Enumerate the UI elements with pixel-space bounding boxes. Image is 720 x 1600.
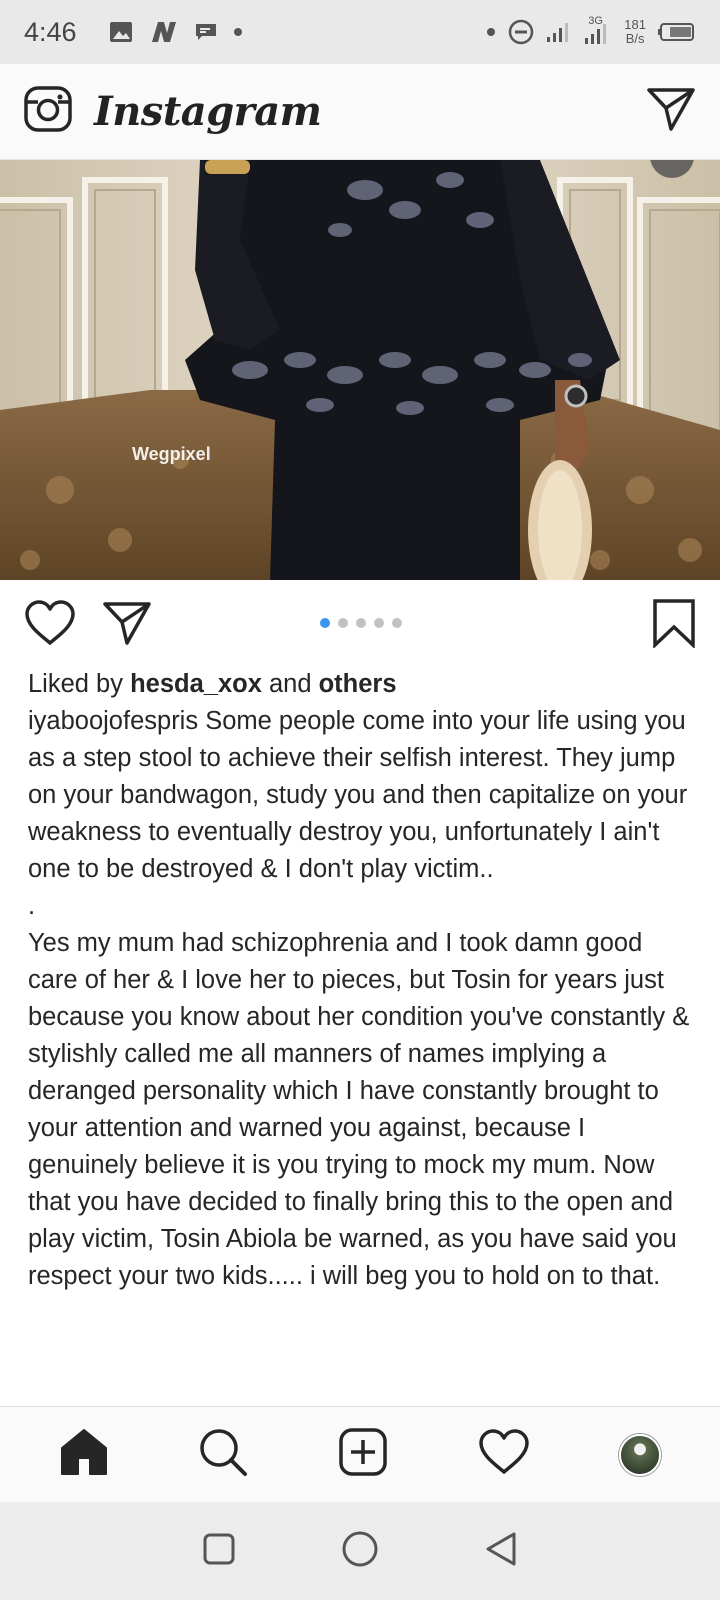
post-actions: [0, 580, 720, 670]
back-triangle-icon[interactable]: [484, 1531, 518, 1572]
liked-others[interactable]: others: [319, 670, 397, 698]
caption-text: Some people come into your life using yo…: [28, 707, 690, 1290]
instagram-screen: 4:46 3G 181 B/s Instagram Wegpixel Liked…: [0, 0, 720, 1600]
home-icon[interactable]: [59, 1428, 109, 1481]
carousel-dot: [392, 618, 402, 628]
status-bar: 4:46 3G 181 B/s: [0, 0, 720, 64]
status-right: 3G 181 B/s: [486, 15, 696, 46]
recent-apps-square-icon[interactable]: [202, 1532, 236, 1571]
direct-messages-icon[interactable]: [646, 86, 696, 137]
profile-avatar[interactable]: [619, 1433, 662, 1476]
search-icon[interactable]: [198, 1427, 248, 1482]
signal-3g-icon: 3G: [584, 15, 612, 45]
app-header: Instagram: [0, 64, 720, 160]
camera-icon[interactable]: [24, 86, 72, 137]
status-time: 4:46: [24, 16, 77, 47]
network-type-label: 3G: [588, 15, 603, 27]
network-speed: 181 B/s: [624, 18, 646, 46]
gallery-notification-icon: [109, 21, 133, 43]
status-left: 4:46: [24, 17, 243, 48]
carousel-dot: [356, 618, 366, 628]
bookmark-icon[interactable]: [652, 598, 696, 653]
post-image[interactable]: [0, 160, 720, 580]
do-not-disturb-icon: [508, 19, 534, 45]
liked-prefix: Liked by: [28, 670, 131, 698]
post-caption: iyaboojofespris Some people come into yo…: [28, 703, 696, 1295]
bottom-navigation: [0, 1406, 720, 1502]
carousel-dot: [338, 618, 348, 628]
signal-icon: [546, 21, 572, 43]
share-paper-plane-icon[interactable]: [102, 600, 152, 651]
liked-by-user[interactable]: hesda_xox: [130, 670, 262, 698]
carousel-indicator: [320, 618, 402, 628]
system-navigation-bar: [0, 1502, 720, 1600]
likes-line[interactable]: Liked by hesda_xox and others: [28, 666, 696, 703]
caption-paragraph: iyaboojofespris Some people come into yo…: [28, 703, 696, 1295]
home-circle-icon[interactable]: [341, 1530, 379, 1573]
post-details: Liked by hesda_xox and others iyaboojofe…: [28, 666, 696, 1295]
battery-icon: [658, 22, 696, 42]
n-notification-icon: [149, 20, 179, 44]
image-watermark: Wegpixel: [132, 444, 211, 464]
caption-username[interactable]: iyaboojofespris: [28, 707, 198, 735]
more-notifications-dot-icon: [233, 27, 243, 37]
liked-and: and: [261, 670, 319, 698]
like-heart-icon[interactable]: [24, 599, 76, 652]
app-logo: Instagram: [94, 88, 322, 135]
add-post-icon[interactable]: [338, 1427, 388, 1482]
dot-icon: [486, 27, 496, 37]
activity-heart-icon[interactable]: [478, 1428, 530, 1481]
speed-value: 181: [624, 17, 646, 32]
carousel-dot: [374, 618, 384, 628]
speed-unit: B/s: [625, 31, 645, 46]
post-photo-illustration: [0, 160, 720, 580]
carousel-dot-active: [320, 618, 330, 628]
message-notification-icon: [195, 22, 217, 42]
